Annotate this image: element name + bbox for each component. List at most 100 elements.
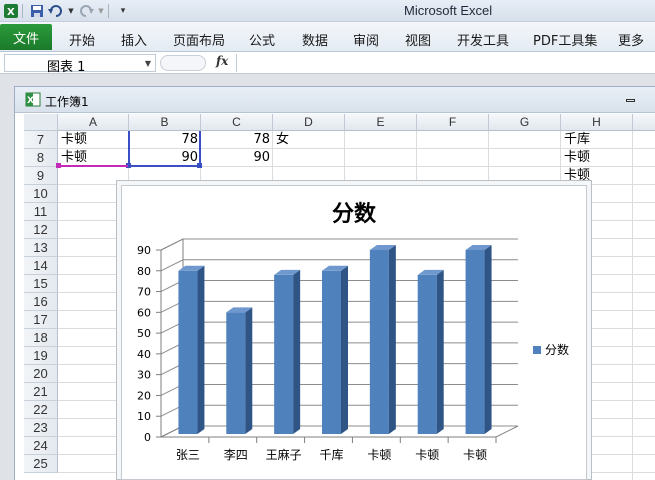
data-range-border [199,131,201,166]
column-header-c[interactable]: C [201,114,273,131]
row-header[interactable]: 7 [24,131,58,149]
plot-area[interactable]: 0 10 20 30 40 50 60 70 80 90 张三 李四 王麻子 千库 卡顿 卡顿 卡顿 分数 [121,225,587,475]
row-header[interactable]: 16 [24,293,58,311]
tab-data[interactable]: 数据 [302,30,328,49]
tab-home[interactable]: 开始 [69,30,95,49]
row-header[interactable]: 9 [24,167,58,185]
row-header[interactable]: 8 [24,149,58,167]
category-range-handle[interactable] [56,163,61,168]
undo-dropdown-icon[interactable]: ▼ [67,3,75,19]
y-tick-label: 30 [137,369,151,382]
column-header-b[interactable]: B [129,114,201,131]
x-tick-label: 李四 [224,447,248,462]
y-tick-label: 70 [137,286,151,299]
select-all-corner[interactable] [24,114,58,131]
y-tick-label: 20 [137,389,151,402]
x-tick-label: 千库 [319,447,343,462]
tab-pdf-tools[interactable]: PDF工具集 [533,30,597,49]
tab-file[interactable]: 文件 [0,24,52,50]
row-header[interactable]: 12 [24,221,58,239]
redo-dropdown-icon[interactable]: ▼ [97,3,105,19]
row-header[interactable]: 17 [24,311,58,329]
x-tick-label: 卡顿 [367,448,391,462]
cell-c8[interactable]: 90 [202,149,272,167]
tab-developer[interactable]: 开发工具 [457,30,509,49]
workbook-title-bar: X 工作簿1 [15,87,655,113]
y-tick-label: 40 [137,348,151,361]
x-tick-label: 卡顿 [415,448,439,462]
row-header[interactable]: 22 [24,401,58,419]
minimize-icon[interactable] [626,99,635,102]
column-header-d[interactable]: D [273,114,345,131]
y-tick-label: 80 [137,265,151,278]
formula-input[interactable] [236,54,653,72]
insert-function-icon[interactable]: fx [216,54,228,68]
cell-h8[interactable]: 卡顿 [564,149,630,167]
tab-review[interactable]: 审阅 [353,30,379,49]
row-header[interactable]: 11 [24,203,58,221]
column-header-e[interactable]: E [345,114,417,131]
name-box-dropdown-icon[interactable]: ▼ [145,59,151,68]
cell-d7[interactable]: 女 [276,131,342,149]
bar [465,250,485,434]
y-tick-label: 10 [137,410,151,423]
row-header[interactable]: 25 [24,455,58,473]
workbook-icon: X [25,92,41,107]
app-title: Microsoft Excel [404,3,493,18]
workbook-title: 工作簿1 [45,95,89,109]
column-header-f[interactable]: F [417,114,489,131]
toolbar-separator [22,4,23,18]
y-tick-label: 90 [137,244,151,257]
tab-page-layout[interactable]: 页面布局 [173,30,225,49]
formula-bar-resize-handle[interactable] [160,55,206,71]
row-header[interactable]: 21 [24,383,58,401]
legend-label: 分数 [545,342,569,357]
row-header[interactable]: 15 [24,275,58,293]
y-tick-label: 0 [144,431,151,444]
undo-icon[interactable] [48,3,64,19]
toolbar-separator [108,4,109,18]
row-header[interactable]: 14 [24,257,58,275]
data-range-border [128,131,130,166]
cell-h7[interactable]: 千库 [564,131,630,149]
row-header[interactable]: 19 [24,347,58,365]
cell-b7[interactable]: 78 [130,131,200,149]
bar-side [436,269,444,434]
excel-logo-icon[interactable]: X [3,3,19,19]
tab-view[interactable]: 视图 [405,30,431,49]
row-header[interactable]: 10 [24,185,58,203]
column-header-next[interactable] [633,114,655,131]
bar-side [245,307,253,434]
formula-bar: 图表 1 ▼ fx [0,52,655,75]
row-header[interactable]: 18 [24,329,58,347]
cell-a7[interactable]: 卡顿 [61,131,127,149]
data-range-handle[interactable] [197,163,202,168]
column-header-a[interactable]: A [58,114,129,131]
save-icon[interactable] [29,3,45,19]
cell-c7[interactable]: 78 [202,131,272,149]
y-tick-label: 50 [137,327,151,340]
name-box-value: 图表 1 [47,60,86,75]
name-box[interactable]: 图表 1 ▼ [4,54,156,75]
title-bar: X ▼ ▼ ▾ Microsoft Excel [0,0,655,22]
chart-title[interactable]: 分数 [121,196,587,228]
row-header[interactable]: 24 [24,437,58,455]
row-header[interactable]: 20 [24,365,58,383]
bar-side [197,265,205,434]
gridline [160,238,518,251]
x-tick-label: 王麻子 [266,447,302,462]
row-header[interactable]: 23 [24,419,58,437]
column-header-h[interactable]: H [561,114,633,131]
x-tick-label: 卡顿 [463,448,487,462]
svg-text:X: X [27,96,34,106]
redo-icon[interactable] [78,3,94,19]
bar [226,312,246,434]
bar [178,270,198,434]
tab-formulas[interactable]: 公式 [249,30,275,49]
tab-insert[interactable]: 插入 [121,30,147,49]
row-header[interactable]: 13 [24,239,58,257]
bar-side [341,265,348,434]
column-header-g[interactable]: G [489,114,561,131]
customize-toolbar-icon[interactable]: ▾ [115,3,131,19]
svg-text:X: X [7,7,15,18]
